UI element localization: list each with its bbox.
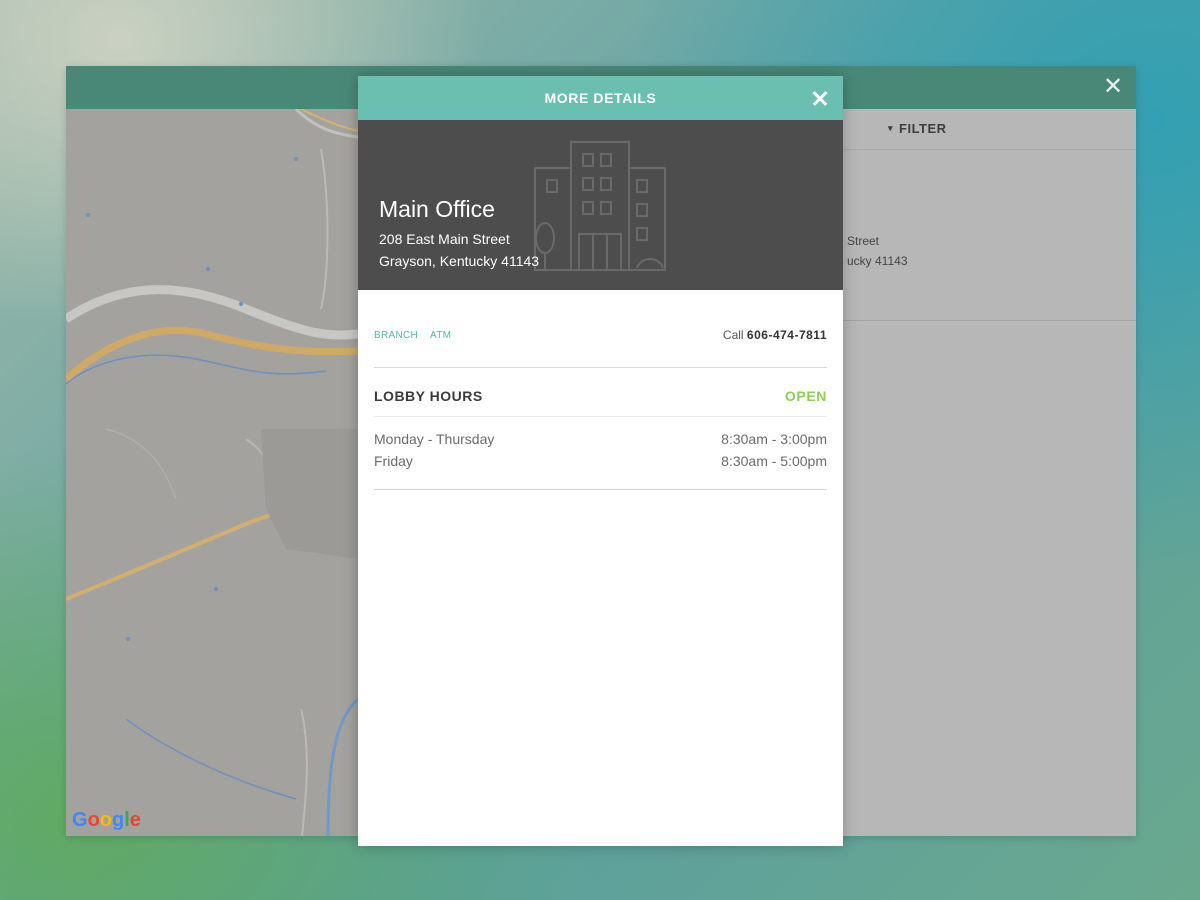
- window-close-icon[interactable]: ✕: [1100, 74, 1126, 100]
- building-icon: [534, 141, 666, 271]
- address-line1: 208 East Main Street: [379, 231, 510, 247]
- tag-branch[interactable]: BRANCH: [374, 330, 418, 341]
- filter-bar: ▾ FILTER: [843, 109, 1136, 150]
- service-tags-row: BRANCH ATM Call 606-474-7811: [374, 290, 827, 368]
- call-label: Call: [722, 328, 744, 342]
- listing-address-line2: ucky 41143: [847, 254, 908, 268]
- office-hero: Main Office 208 East Main Street Grayson…: [358, 120, 843, 290]
- chevron-down-icon: ▾: [888, 123, 894, 133]
- lobby-hours-header: LOBBY HOURS OPEN: [374, 368, 827, 417]
- filter-button[interactable]: ▾ FILTER: [888, 121, 947, 136]
- hours-row: Friday 8:30am - 5:00pm: [374, 453, 827, 473]
- modal-header: MORE DETAILS: [358, 76, 843, 120]
- phone-link[interactable]: 606-474-7811: [747, 328, 827, 342]
- open-status-badge: OPEN: [784, 388, 827, 404]
- office-name: Main Office: [379, 196, 495, 222]
- map[interactable]: Google: [66, 109, 358, 836]
- call-line: Call 606-474-7811: [723, 328, 827, 342]
- address-line2: Grayson, Kentucky 41143: [379, 253, 540, 269]
- hours-day: Friday: [374, 453, 413, 469]
- listing-address-line1: Street: [847, 234, 880, 248]
- hours-list: Monday - Thursday 8:30am - 3:00pm Friday…: [374, 417, 827, 490]
- modal-title: MORE DETAILS: [544, 90, 657, 106]
- hours-row: Monday - Thursday 8:30am - 3:00pm: [374, 431, 827, 451]
- results-panel: ▾ FILTER Street ucky 41143: [843, 109, 1136, 836]
- google-logo: Google: [72, 809, 141, 831]
- location-list-item[interactable]: Street ucky 41143: [843, 150, 1136, 321]
- filter-label: FILTER: [899, 121, 947, 136]
- close-icon[interactable]: [807, 85, 833, 111]
- hours-day: Monday - Thursday: [374, 431, 495, 447]
- tag-atm[interactable]: ATM: [430, 330, 451, 341]
- more-details-modal: MORE DETAILS Main Office 208 East Main S…: [358, 76, 843, 846]
- hours-time: 8:30am - 3:00pm: [721, 431, 827, 447]
- lobby-hours-title: LOBBY HOURS: [374, 388, 483, 404]
- map-roads: [66, 109, 358, 836]
- hours-time: 8:30am - 5:00pm: [721, 453, 827, 469]
